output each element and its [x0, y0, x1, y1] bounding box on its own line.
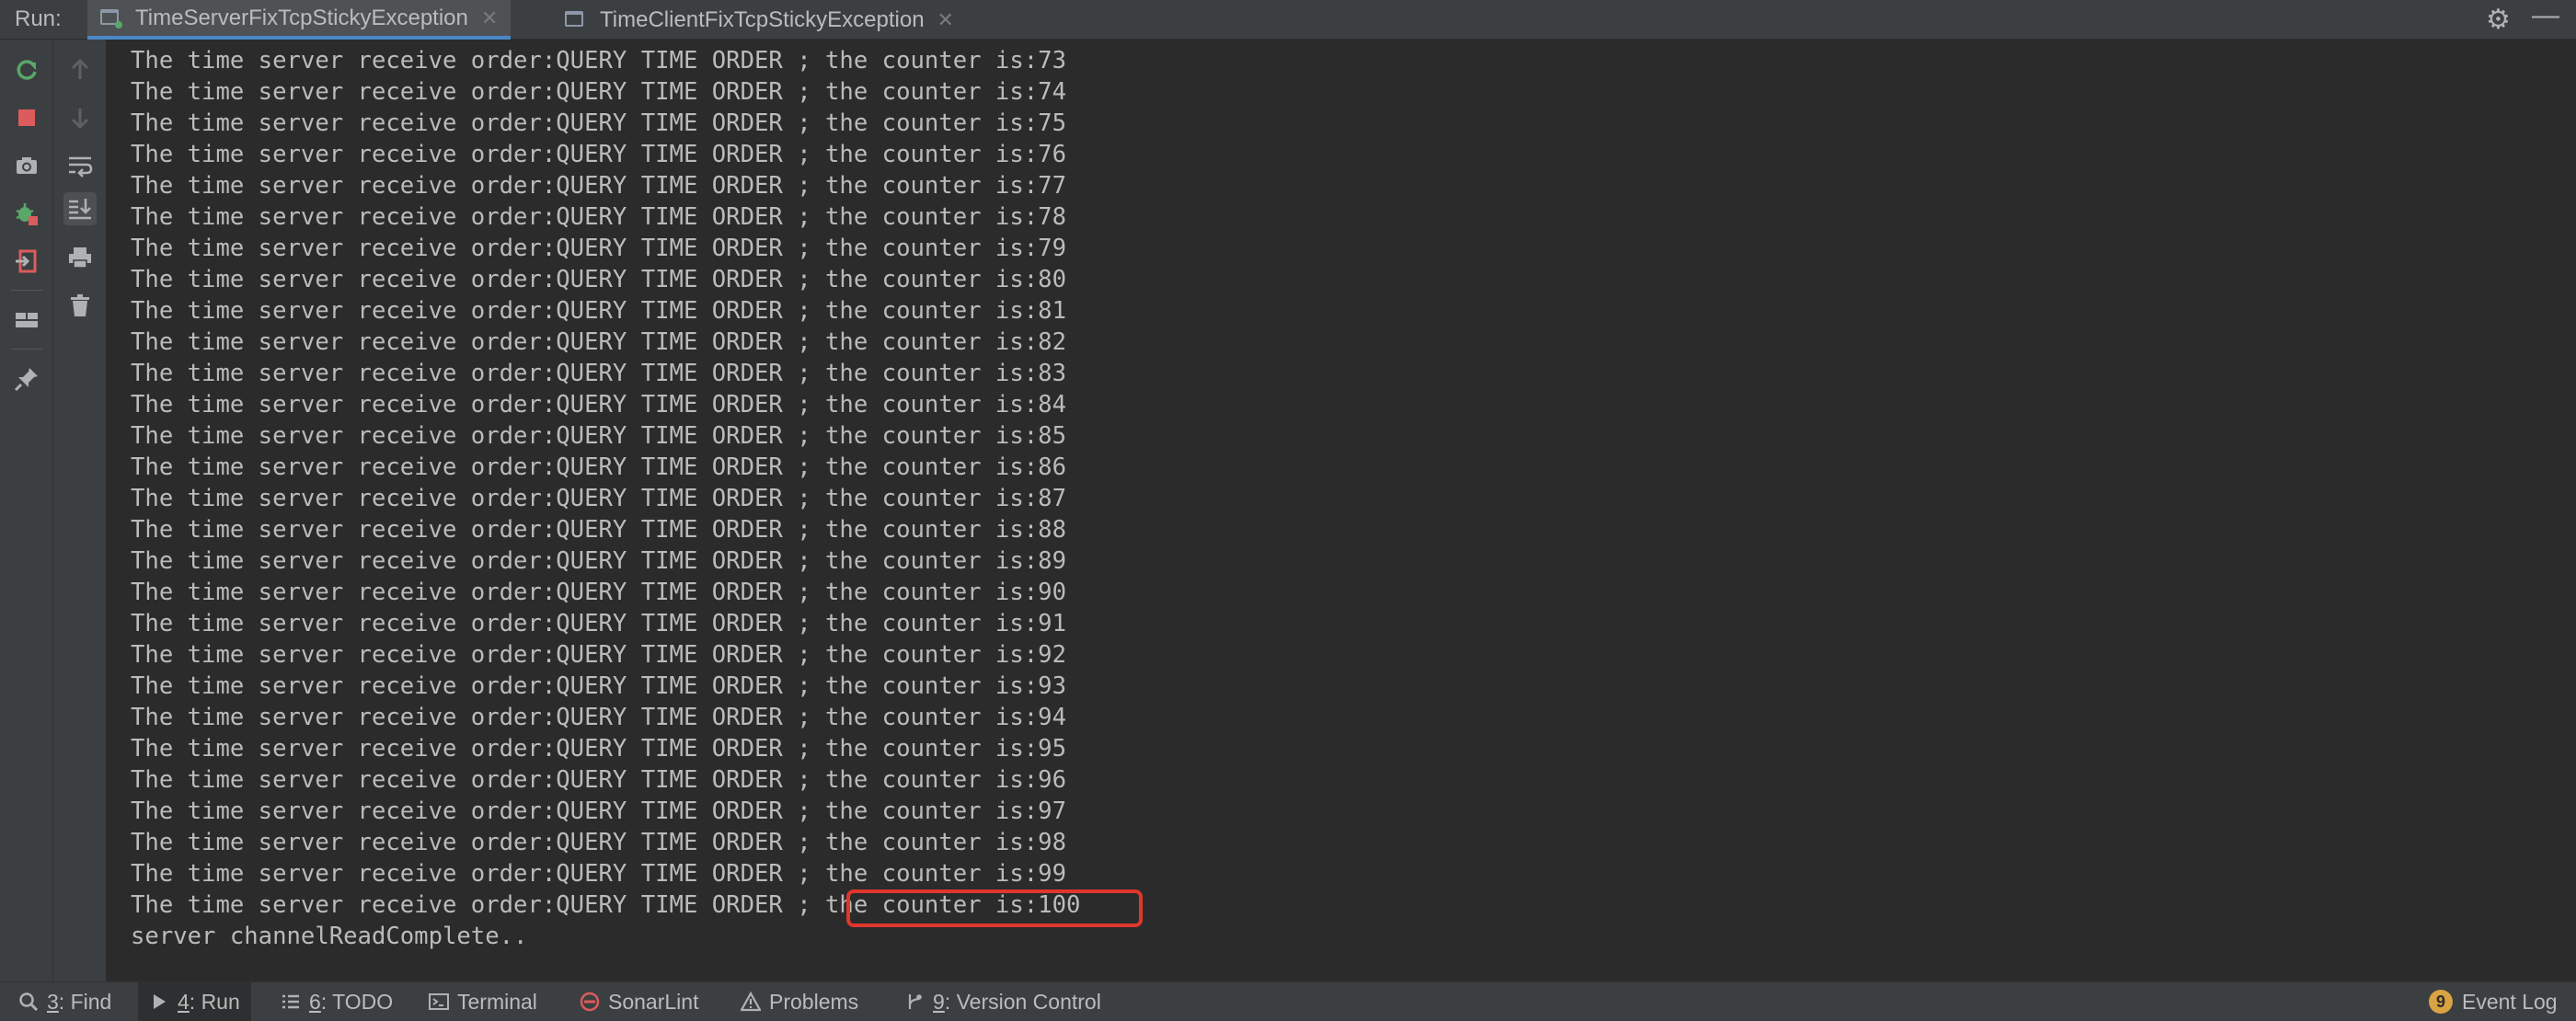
list-icon	[281, 992, 301, 1012]
console-line: The time server receive order:QUERY TIME…	[131, 797, 1066, 825]
event-count-badge: 9	[2429, 990, 2453, 1014]
tab-time-client[interactable]: TimeClientFixTcpStickyException ✕	[552, 0, 967, 40]
search-icon	[18, 992, 39, 1012]
run-tool-button[interactable]: 4: Run	[138, 982, 251, 1021]
console-toolbar	[53, 40, 107, 981]
find-tool-button[interactable]: 3: Find	[18, 982, 111, 1021]
console-line: The time server receive order:QUERY TIME…	[131, 672, 1066, 700]
console-line: The time server receive order:QUERY TIME…	[131, 203, 1066, 231]
console-line: The time server receive order:QUERY TIME…	[131, 235, 1066, 262]
console-line: The time server receive order:QUERY TIME…	[131, 172, 1066, 200]
console-line: The time server receive order:QUERY TIME…	[131, 422, 1066, 450]
run-toolbar	[0, 40, 53, 981]
console-line: The time server receive order:QUERY TIME…	[131, 453, 1066, 481]
console-line: The time server receive order:QUERY TIME…	[131, 360, 1066, 387]
console-line: The time server receive order:QUERY TIME…	[131, 109, 1066, 137]
tab-time-server[interactable]: TimeServerFixTcpStickyException ✕	[87, 0, 512, 40]
console-line: The time server receive order:QUERY TIME…	[131, 860, 1066, 888]
soft-wrap-icon[interactable]	[63, 149, 97, 182]
play-icon	[149, 992, 169, 1012]
tab-title: TimeClientFixTcpStickyException	[600, 6, 925, 32]
console-line: The time server receive order:QUERY TIME…	[131, 297, 1066, 325]
console-lines: The time server receive order:QUERY TIME…	[131, 45, 1080, 952]
console-line: The time server receive order:QUERY TIME…	[131, 766, 1066, 794]
console-line: The time server receive order:QUERY TIME…	[131, 735, 1066, 763]
console-line: The time server receive order:QUERY TIME…	[131, 829, 1066, 856]
run-config-icon	[565, 10, 589, 30]
console-line: The time server receive order:QUERY TIME…	[131, 547, 1066, 575]
print-icon[interactable]	[63, 241, 97, 274]
stop-icon[interactable]	[10, 101, 43, 134]
up-arrow-icon[interactable]	[63, 53, 97, 86]
layout-icon[interactable]	[10, 304, 43, 337]
close-icon[interactable]: ✕	[937, 8, 954, 32]
tab-title: TimeServerFixTcpStickyException	[135, 5, 468, 30]
terminal-icon	[429, 992, 449, 1012]
camera-icon[interactable]	[10, 149, 43, 182]
console-line: The time server receive order:QUERY TIME…	[131, 141, 1066, 168]
branch-icon	[904, 992, 925, 1012]
terminal-tool-button[interactable]: Terminal	[429, 982, 537, 1021]
console-line: The time server receive order:QUERY TIME…	[131, 516, 1066, 544]
highlight-annotation	[846, 889, 1143, 927]
console-line: The time server receive order:QUERY TIME…	[131, 47, 1066, 75]
run-label: Run:	[15, 6, 62, 31]
run-config-icon	[100, 8, 124, 29]
pin-icon[interactable]	[10, 362, 43, 396]
console-output[interactable]: The time server receive order:QUERY TIME…	[107, 40, 2576, 981]
minimize-icon[interactable]: —	[2532, 0, 2559, 31]
todo-tool-button[interactable]: 6: TODO	[281, 982, 393, 1021]
down-arrow-icon[interactable]	[63, 101, 97, 134]
console-line: The time server receive order:QUERY TIME…	[131, 485, 1066, 512]
rerun-icon[interactable]	[10, 53, 43, 86]
console-line: The time server receive order:QUERY TIME…	[131, 328, 1066, 356]
console-line: The time server receive order:QUERY TIME…	[131, 641, 1066, 669]
console-line: The time server receive order:QUERY TIME…	[131, 266, 1066, 293]
problems-tool-button[interactable]: Problems	[741, 982, 858, 1021]
run-tab-bar: Run: TimeServerFixTcpStickyException ✕ T…	[0, 0, 2576, 40]
tool-window-bar: 3: Find 4: Run 6: TODO Terminal SonarLin…	[0, 981, 2576, 1021]
gear-icon[interactable]: ⚙	[2486, 4, 2511, 36]
version-control-tool-button[interactable]: 9: Version Control	[904, 982, 1101, 1021]
console-line: The time server receive order:QUERY TIME…	[131, 610, 1066, 637]
console-line: The time server receive order:QUERY TIME…	[131, 704, 1066, 731]
scroll-to-end-icon[interactable]	[63, 192, 97, 225]
trash-icon[interactable]	[63, 289, 97, 322]
exit-icon[interactable]	[10, 245, 43, 278]
console-line: The time server receive order:QUERY TIME…	[131, 579, 1066, 606]
warning-icon	[741, 992, 761, 1012]
debug-icon[interactable]	[10, 197, 43, 230]
console-line: The time server receive order:QUERY TIME…	[131, 78, 1066, 106]
console-line: The time server receive order:QUERY TIME…	[131, 391, 1066, 419]
sonarlint-icon	[580, 992, 600, 1012]
sonarlint-tool-button[interactable]: SonarLint	[580, 982, 698, 1021]
event-log-tool-button[interactable]: 9 Event Log	[2429, 982, 2558, 1021]
close-icon[interactable]: ✕	[481, 6, 498, 30]
